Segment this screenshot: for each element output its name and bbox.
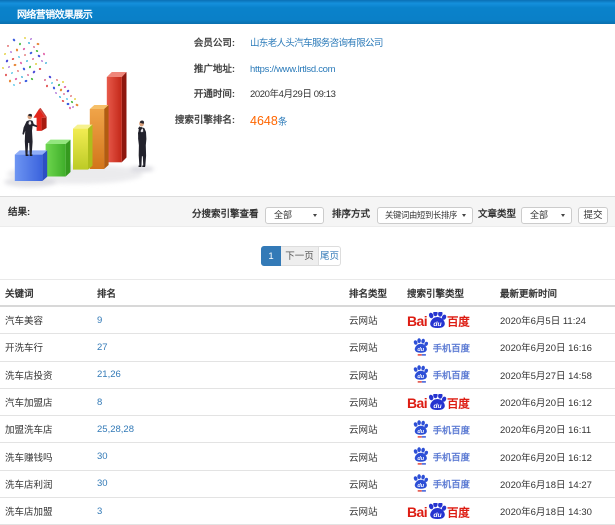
- svg-text:du: du: [433, 512, 442, 519]
- svg-text:du: du: [433, 402, 442, 409]
- svg-text:手机百度: 手机百度: [433, 343, 471, 354]
- svg-text:du: du: [417, 483, 424, 489]
- svg-text:手机百度: 手机百度: [433, 370, 471, 381]
- svg-text:百度: 百度: [447, 505, 470, 519]
- svg-text:Bai: Bai: [407, 394, 427, 410]
- svg-text:du: du: [417, 456, 424, 462]
- svg-text:Bai: Bai: [407, 312, 427, 328]
- svg-text:du: du: [417, 347, 424, 353]
- svg-text:du: du: [417, 429, 424, 435]
- svg-text:百度: 百度: [447, 396, 470, 410]
- svg-text:手机百度: 手机百度: [433, 452, 471, 463]
- svg-text:手机百度: 手机百度: [433, 479, 471, 490]
- svg-text:手机百度: 手机百度: [433, 424, 471, 435]
- svg-text:du: du: [417, 374, 424, 380]
- svg-text:百度: 百度: [447, 314, 470, 328]
- svg-text:du: du: [433, 320, 442, 327]
- svg-text:Bai: Bai: [407, 504, 427, 520]
